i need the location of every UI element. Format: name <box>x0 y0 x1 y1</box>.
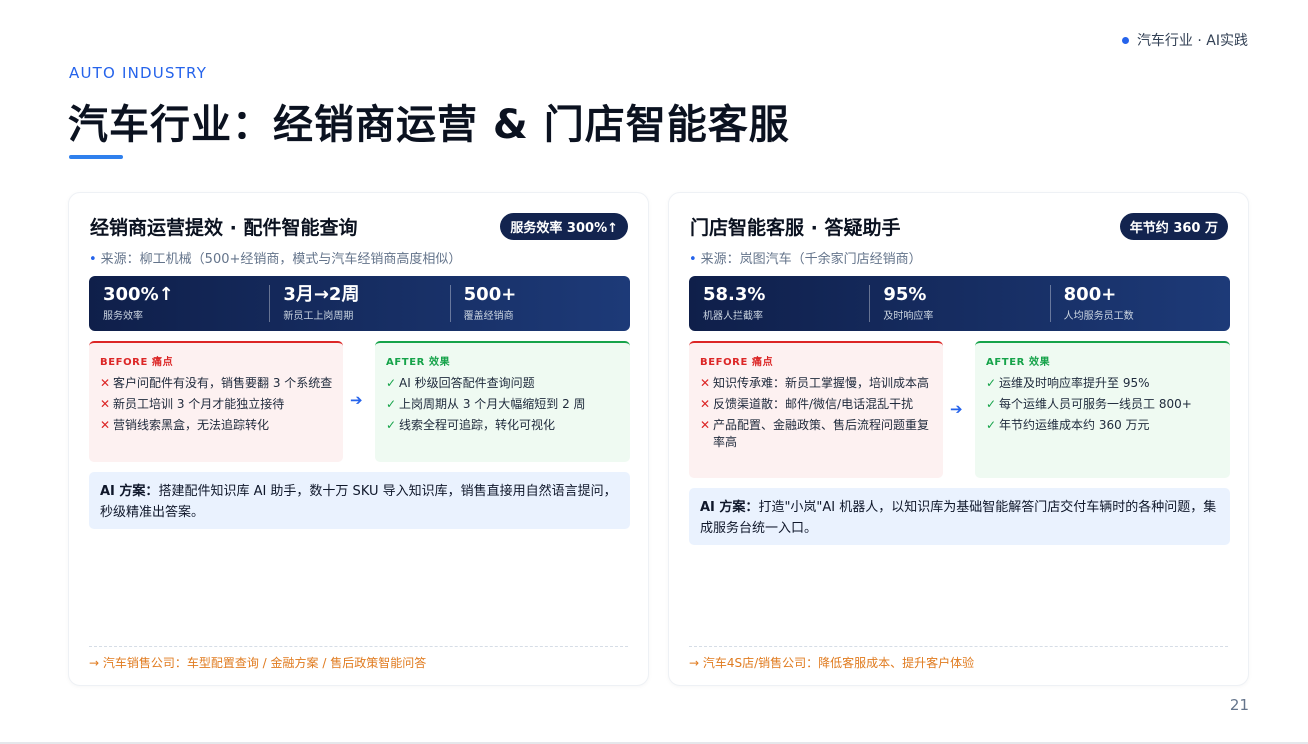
application-note: → 汽车销售公司：车型配置查询 / 金融方案 / 售后政策智能问答 <box>89 656 427 670</box>
bullet-icon: • <box>89 252 97 267</box>
divider <box>89 646 628 647</box>
after-box: AFTER 效果 ✓ AI 秒级回答配件查询问题 ✓ 上岗周期从 3 个月大幅缩短到… <box>375 341 630 462</box>
stats-bar: 300%↑ 服务效率 3月→2周 新员工上岗周期 500+ 覆盖经销商 <box>89 276 630 331</box>
eyebrow: AUTO INDUSTRY <box>69 64 208 82</box>
stat-label: 及时响应率 <box>883 311 934 322</box>
before-heading: BEFORE 痛点 <box>100 357 174 368</box>
bullet-icon: • <box>689 252 697 267</box>
cross-icon: ✕ <box>700 397 711 411</box>
stat-value: 3月→2周 <box>283 284 360 305</box>
cross-icon: ✕ <box>100 376 111 390</box>
section-tag: 汽车行业 · AI实践 <box>1121 30 1248 50</box>
card-store-service: 门店智能客服 · 答疑助手 年节约 360 万 • 来源：岚图汽车（千余家门店经销… <box>668 192 1249 686</box>
stat-label: 人均服务员工数 <box>1063 311 1134 322</box>
stat: 95% 及时响应率 <box>869 276 1049 331</box>
stat-value: 95% <box>883 284 927 305</box>
after-heading: AFTER 效果 <box>986 357 1051 368</box>
pain-point: ✕ 知识传承难：新员工掌握慢，培训成本高 <box>700 375 933 392</box>
pain-point-text: 新员工培训 3 个月才能独立接待 <box>113 397 285 411</box>
pain-point: ✕ 客户问配件有没有，销售要翻 3 个系统查 <box>100 375 333 392</box>
stat: 58.3% 机器人拦截率 <box>689 276 869 331</box>
before-box: BEFORE 痛点 ✕ 客户问配件有没有，销售要翻 3 个系统查 ✕ 新员工培训 3… <box>89 341 343 462</box>
pain-point-text: 反馈渠道散：邮件/微信/电话混乱干扰 <box>713 397 914 411</box>
stat-label: 新员工上岗周期 <box>283 311 354 322</box>
after-box: AFTER 效果 ✓ 运维及时响应率提升至 95% ✓ 每个运维人员可服务一线员工 … <box>975 341 1230 478</box>
result-text: 线索全程可追踪，转化可视化 <box>399 418 556 432</box>
dot-icon <box>1121 36 1129 44</box>
result-text: 上岗周期从 3 个月大幅缩短到 2 周 <box>399 397 586 411</box>
card-title: 门店智能客服 · 答疑助手 <box>690 217 901 239</box>
check-icon: ✓ <box>986 418 997 432</box>
check-icon: ✓ <box>986 397 997 411</box>
application-note: → 汽车4S店/销售公司：降低客服成本、提升客户体验 <box>689 656 975 670</box>
stat-value: 58.3% <box>703 284 766 305</box>
card-title: 经销商运营提效 · 配件智能查询 <box>90 217 358 239</box>
stats-bar: 58.3% 机器人拦截率 95% 及时响应率 800+ 人均服务员工数 <box>689 276 1230 331</box>
result-text: 运维及时响应率提升至 95% <box>999 376 1150 390</box>
stat-label: 服务效率 <box>103 311 143 322</box>
title-underline <box>69 155 123 159</box>
ai-solution: AI 方案：搭建配件知识库 AI 助手，数十万 SKU 导入知识库，销售直接用自… <box>89 472 630 529</box>
pain-point: ✕ 产品配置、金融政策、售后流程问题重复率高 <box>700 417 933 451</box>
source-text: 来源：岚图汽车（千余家门店经销商） <box>700 252 922 267</box>
source-line: • 来源：柳工机械（500+经销商，模式与汽车经销商高度相似） <box>89 248 461 267</box>
check-icon: ✓ <box>386 397 397 411</box>
check-icon: ✓ <box>386 376 397 390</box>
card-dealer-ops: 经销商运营提效 · 配件智能查询 服务效率 300%↑ • 来源：柳工机械（500… <box>68 192 649 686</box>
divider <box>689 646 1228 647</box>
result-item: ✓ AI 秒级回答配件查询问题 <box>386 375 620 392</box>
stat: 300%↑ 服务效率 <box>89 276 269 331</box>
cross-icon: ✕ <box>700 376 711 390</box>
pain-point-text: 营销线索黑盒，无法追踪转化 <box>113 418 270 432</box>
result-text: AI 秒级回答配件查询问题 <box>399 376 535 390</box>
cross-icon: ✕ <box>700 418 711 432</box>
arrow-right-icon: ➔ <box>950 400 963 418</box>
before-heading: BEFORE 痛点 <box>700 357 774 368</box>
highlight-badge: 服务效率 300%↑ <box>500 213 628 240</box>
ai-solution-text: 搭建配件知识库 AI 助手，数十万 SKU 导入知识库，销售直接用自然语言提问，… <box>100 484 617 520</box>
stat-label: 覆盖经销商 <box>463 311 514 322</box>
stat: 3月→2周 新员工上岗周期 <box>269 276 449 331</box>
after-heading: AFTER 效果 <box>386 357 451 368</box>
cross-icon: ✕ <box>100 418 111 432</box>
cross-icon: ✕ <box>100 397 111 411</box>
before-box: BEFORE 痛点 ✕ 知识传承难：新员工掌握慢，培训成本高 ✕ 反馈渠道散：邮件/… <box>689 341 943 478</box>
ai-solution: AI 方案：打造"小岚"AI 机器人，以知识库为基础智能解答门店交付车辆时的各种… <box>689 488 1230 545</box>
result-item: ✓ 每个运维人员可服务一线员工 800+ <box>986 396 1220 413</box>
stat: 800+ 人均服务员工数 <box>1049 276 1230 331</box>
ai-solution-label: AI 方案： <box>700 500 759 515</box>
result-text: 年节约运维成本约 360 万元 <box>999 418 1150 432</box>
result-text: 每个运维人员可服务一线员工 800+ <box>999 397 1192 411</box>
section-tag-label: 汽车行业 · AI实践 <box>1136 33 1248 49</box>
page-title: 汽车行业：经销商运营 & 门店智能客服 <box>68 102 790 148</box>
pain-point: ✕ 营销线索黑盒，无法追踪转化 <box>100 417 333 434</box>
pain-point-text: 产品配置、金融政策、售后流程问题重复率高 <box>713 418 930 449</box>
stat-value: 500+ <box>463 284 517 305</box>
result-item: ✓ 运维及时响应率提升至 95% <box>986 375 1220 392</box>
stat-value: 300%↑ <box>103 284 174 305</box>
result-item: ✓ 上岗周期从 3 个月大幅缩短到 2 周 <box>386 396 620 413</box>
page-number: 21 <box>1229 696 1249 714</box>
source-line: • 来源：岚图汽车（千余家门店经销商） <box>689 248 922 267</box>
check-icon: ✓ <box>386 418 397 432</box>
stat-label: 机器人拦截率 <box>703 311 763 322</box>
pain-point-text: 知识传承难：新员工掌握慢，培训成本高 <box>713 376 930 390</box>
ai-solution-label: AI 方案： <box>100 484 159 499</box>
source-text: 来源：柳工机械（500+经销商，模式与汽车经销商高度相似） <box>100 252 462 267</box>
pain-point-text: 客户问配件有没有，销售要翻 3 个系统查 <box>113 376 333 390</box>
arrow-right-icon: ➔ <box>350 391 363 409</box>
stat-value: 800+ <box>1063 284 1117 305</box>
ai-solution-text: 打造"小岚"AI 机器人，以知识库为基础智能解答门店交付车辆时的各种问题，集成服… <box>700 500 1217 536</box>
result-item: ✓ 线索全程可追踪，转化可视化 <box>386 417 620 434</box>
pain-point: ✕ 反馈渠道散：邮件/微信/电话混乱干扰 <box>700 396 933 413</box>
stat: 500+ 覆盖经销商 <box>449 276 630 331</box>
check-icon: ✓ <box>986 376 997 390</box>
pain-point: ✕ 新员工培训 3 个月才能独立接待 <box>100 396 333 413</box>
highlight-badge: 年节约 360 万 <box>1119 213 1228 240</box>
result-item: ✓ 年节约运维成本约 360 万元 <box>986 417 1220 434</box>
